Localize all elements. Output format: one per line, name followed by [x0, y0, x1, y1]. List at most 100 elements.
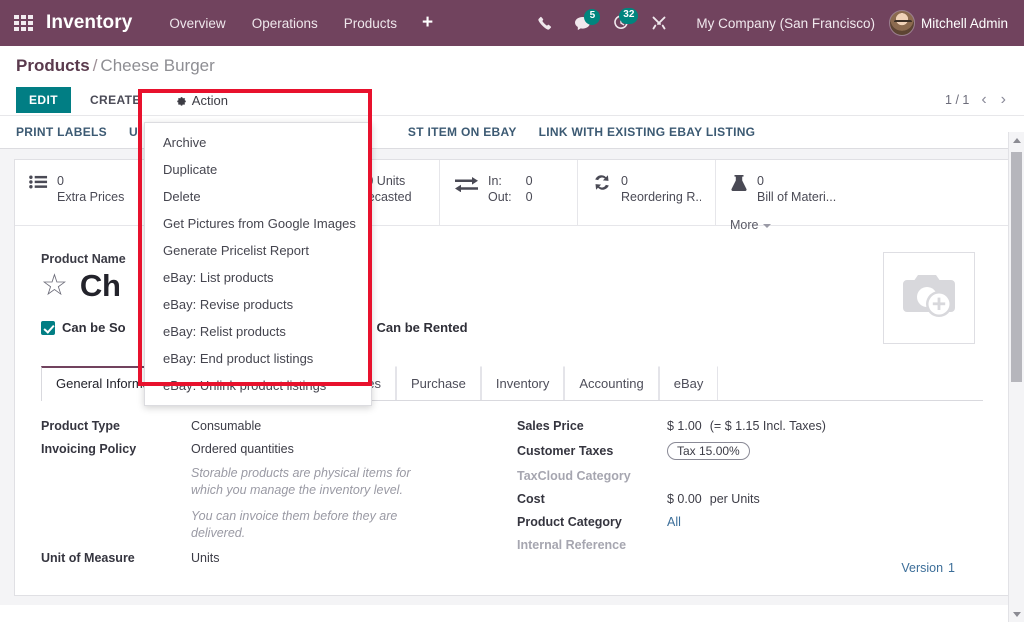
action-item-ebay-unlink-product-listings[interactable]: eBay: Unlink product listings: [145, 372, 371, 399]
action-item-ebay-end-product-listings[interactable]: eBay: End product listings: [145, 345, 371, 372]
link-with-existing-ebay-listing-button[interactable]: LINK WITH EXISTING EBAY LISTING: [539, 125, 756, 139]
avatar: [889, 10, 915, 36]
tab-ebay[interactable]: eBay: [659, 366, 719, 400]
chevron-down-icon: [763, 224, 771, 228]
menu-overview[interactable]: Overview: [156, 10, 238, 37]
product-name-value: Ch: [80, 268, 121, 304]
update-quantity-button-clipped[interactable]: U: [129, 125, 138, 139]
phone-icon[interactable]: [526, 16, 563, 31]
customer-taxes-label: Customer Taxes: [517, 444, 667, 458]
action-item-get-pictures-google[interactable]: Get Pictures from Google Images: [145, 210, 371, 237]
stat-extra-prices-label: Extra Prices: [57, 189, 124, 205]
wrench-tools-icon[interactable]: [640, 15, 678, 31]
edit-button[interactable]: EDIT: [16, 87, 71, 113]
vertical-scrollbar[interactable]: [1008, 132, 1024, 622]
stat-extra-prices-text: 0 Extra Prices: [57, 173, 124, 205]
stat-out-value: 0: [526, 189, 533, 205]
chevron-left-icon[interactable]: ‹: [979, 92, 988, 108]
chevron-right-icon[interactable]: ›: [999, 92, 1008, 108]
action-button-label: Action: [192, 93, 228, 108]
can-be-rented-label: Can be Rented: [377, 320, 468, 335]
product-type-label: Product Type: [41, 419, 191, 433]
odoo-inventory-product-page: Inventory Overview Operations Products +…: [0, 0, 1024, 622]
activities-icon[interactable]: 32: [602, 15, 640, 31]
action-item-duplicate[interactable]: Duplicate: [145, 156, 371, 183]
field-product-category: Product Category All: [517, 515, 983, 529]
scroll-down-arrow-icon[interactable]: [1009, 606, 1024, 622]
stat-in-out-labels: In: Out:: [488, 173, 512, 205]
stat-reordering-rules[interactable]: 0 Reordering R...: [578, 160, 716, 225]
pager-value: 1 / 1: [945, 93, 969, 107]
stat-reordering-text: 0 Reordering R...: [621, 173, 701, 205]
cost-value[interactable]: $ 0.00: [667, 492, 702, 506]
action-item-ebay-relist-products[interactable]: eBay: Relist products: [145, 318, 371, 345]
breadcrumb-products[interactable]: Products: [16, 56, 90, 75]
stat-in-out[interactable]: In: Out: 0 0: [440, 160, 578, 225]
field-cost: Cost $ 0.00 per Units: [517, 492, 983, 506]
product-type-value[interactable]: Consumable: [191, 419, 261, 433]
version-value: 1: [948, 561, 955, 575]
stat-reordering-value: 0: [621, 173, 701, 189]
product-category-label: Product Category: [517, 515, 667, 529]
camera-add-icon: [898, 269, 960, 328]
gear-icon: [176, 95, 187, 106]
field-sales-price: Sales Price $ 1.00 (= $ 1.15 Incl. Taxes…: [517, 419, 983, 433]
invoicing-policy-value[interactable]: Ordered quantities: [191, 442, 294, 456]
uom-label: Unit of Measure: [41, 551, 191, 565]
print-labels-button[interactable]: PRINT LABELS: [16, 125, 107, 139]
field-customer-taxes: Customer Taxes Tax 15.00%: [517, 442, 983, 460]
cost-per-unit: per Units: [710, 492, 760, 506]
can-be-sold-checkbox[interactable]: Can be So: [41, 320, 126, 335]
scrollbar-thumb[interactable]: [1011, 152, 1022, 382]
tab-purchase[interactable]: Purchase: [396, 366, 481, 400]
can-be-sold-label: Can be So: [62, 320, 126, 335]
messages-icon[interactable]: 5: [563, 16, 602, 31]
field-invoicing-policy: Invoicing Policy Ordered quantities: [41, 442, 507, 456]
product-category-value[interactable]: All: [667, 515, 681, 529]
app-brand-inventory[interactable]: Inventory: [46, 12, 132, 34]
menu-operations[interactable]: Operations: [239, 10, 331, 37]
field-product-type: Product Type Consumable: [41, 419, 507, 433]
stat-extra-prices[interactable]: 0 Extra Prices: [15, 160, 165, 225]
breadcrumb-current: Cheese Burger: [100, 56, 214, 75]
product-type-hint: Storable products are physical items for…: [191, 465, 441, 499]
field-internal-reference: Internal Reference: [517, 538, 983, 552]
flask-icon: [730, 174, 748, 205]
stat-in-value: 0: [526, 173, 533, 189]
menu-products[interactable]: Products: [331, 10, 410, 37]
top-navbar: Inventory Overview Operations Products +…: [0, 0, 1024, 46]
action-item-ebay-revise-products[interactable]: eBay: Revise products: [145, 291, 371, 318]
action-dropdown-menu: Archive Duplicate Delete Get Pictures fr…: [144, 122, 372, 406]
stat-bill-of-materials[interactable]: 0 Bill of Materi... More: [716, 160, 1009, 225]
sales-price-label: Sales Price: [517, 419, 667, 433]
action-item-generate-pricelist-report[interactable]: Generate Pricelist Report: [145, 237, 371, 264]
customer-taxes-value[interactable]: Tax 15.00%: [667, 442, 750, 460]
stat-in-label: In:: [488, 173, 512, 189]
action-item-delete[interactable]: Delete: [145, 183, 371, 210]
fields-left-column: Product Type Consumable Invoicing Policy…: [41, 419, 507, 575]
apps-grid-icon[interactable]: [14, 15, 36, 31]
star-icon[interactable]: ☆: [41, 271, 68, 301]
tab-accounting[interactable]: Accounting: [564, 366, 658, 400]
invoicing-policy-label: Invoicing Policy: [41, 442, 191, 456]
action-button[interactable]: Action: [166, 88, 238, 113]
uom-value[interactable]: Units: [191, 551, 219, 565]
stat-reordering-label: Reordering R...: [621, 189, 701, 205]
more-stat-buttons-toggle[interactable]: More: [730, 214, 771, 232]
internal-reference-label: Internal Reference: [517, 538, 667, 552]
sales-price-value[interactable]: $ 1.00: [667, 419, 702, 433]
can-be-rented-checkbox[interactable]: Can be Rented: [356, 320, 468, 335]
menu-add-icon[interactable]: +: [410, 10, 445, 36]
scroll-up-arrow-icon[interactable]: [1009, 132, 1024, 148]
list-item-on-ebay-button[interactable]: ST ITEM ON EBAY: [408, 125, 517, 139]
action-item-archive[interactable]: Archive: [145, 129, 371, 156]
stat-extra-prices-value: 0: [57, 173, 124, 189]
create-button[interactable]: CREATE: [77, 87, 154, 113]
record-pager: 1 / 1 ‹ ›: [945, 92, 1008, 108]
tab-inventory[interactable]: Inventory: [481, 366, 564, 400]
product-image-upload[interactable]: [883, 252, 975, 344]
company-selector[interactable]: My Company (San Francisco): [678, 16, 889, 31]
action-item-ebay-list-products[interactable]: eBay: List products: [145, 264, 371, 291]
user-menu[interactable]: Mitchell Admin: [889, 10, 1014, 36]
messages-count-badge: 5: [584, 9, 600, 25]
